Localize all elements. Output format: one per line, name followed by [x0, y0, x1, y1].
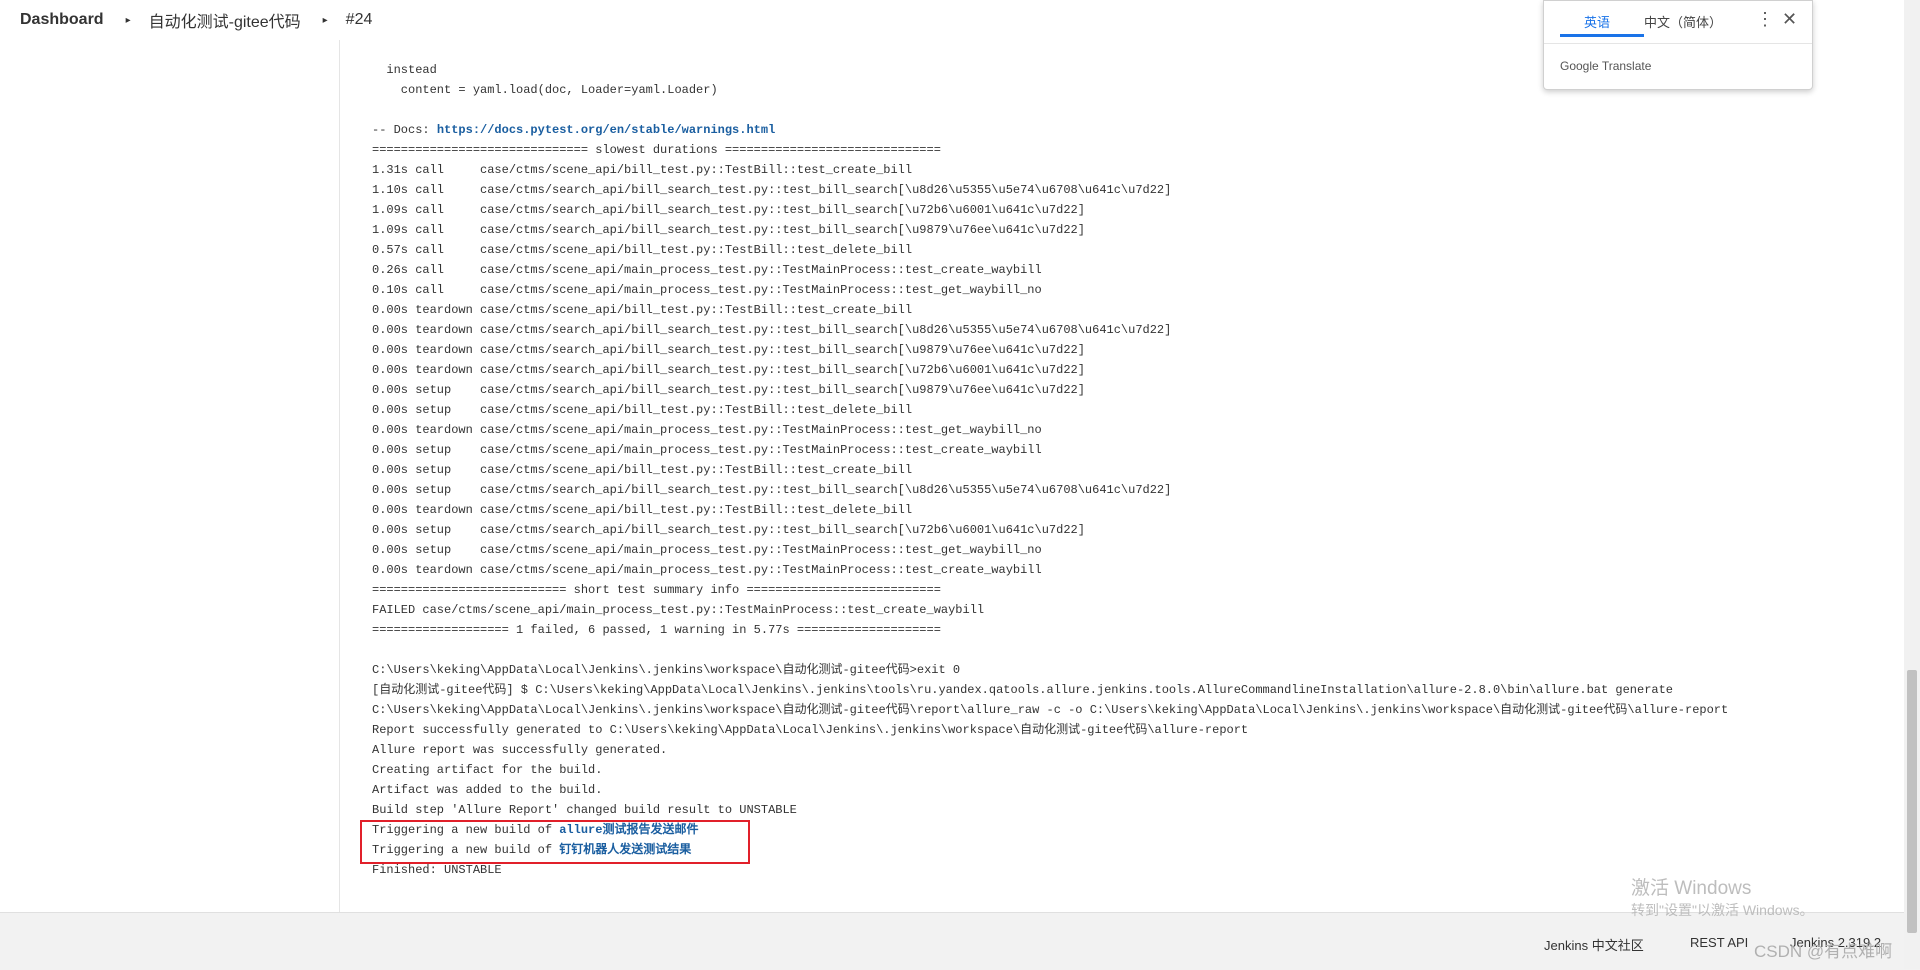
console-line: 0.00s setup case/ctms/scene_api/bill_tes…	[372, 463, 913, 477]
console-line: Allure report was successfully generated…	[372, 743, 668, 757]
community-link[interactable]: Jenkins 中文社区	[1544, 935, 1644, 954]
console-line: 1.09s call case/ctms/search_api/bill_sea…	[372, 203, 1085, 217]
console-line: 0.26s call case/ctms/scene_api/main_proc…	[372, 263, 1042, 277]
console-line: Creating artifact for the build.	[372, 763, 603, 777]
console-output: instead content = yaml.load(doc, Loader=…	[372, 60, 1892, 880]
console-line: C:\Users\keking\AppData\Local\Jenkins\.j…	[372, 703, 1729, 717]
console-line: 0.00s teardown case/ctms/search_api/bill…	[372, 323, 1172, 337]
console-line: 0.10s call case/ctms/scene_api/main_proc…	[372, 283, 1042, 297]
console-line: Build step 'Allure Report' changed build…	[372, 803, 797, 817]
console-line: Artifact was added to the build.	[372, 783, 603, 797]
console-line: 1.10s call case/ctms/search_api/bill_sea…	[372, 183, 1172, 197]
translate-tabs: 英语 中文（简体） ⋮ ✕	[1544, 1, 1812, 44]
console-line: -- Docs: https://docs.pytest.org/en/stab…	[372, 120, 1892, 140]
csdn-watermark: CSDN @有点难啊	[1754, 942, 1893, 961]
console-line: 0.00s teardown case/ctms/search_api/bill…	[372, 363, 1085, 377]
breadcrumb-build[interactable]: #24	[346, 11, 373, 29]
console-line: 0.00s teardown case/ctms/search_api/bill…	[372, 343, 1085, 357]
console-line: 0.00s setup case/ctms/search_api/bill_se…	[372, 383, 1085, 397]
tab-chinese-simplified[interactable]: 中文（简体）	[1644, 12, 1722, 31]
console-line: 0.00s setup case/ctms/search_api/bill_se…	[372, 523, 1085, 537]
console-line: 0.00s teardown case/ctms/scene_api/main_…	[372, 423, 1042, 437]
windows-activation-watermark: 激活 Windows	[1631, 878, 1752, 899]
console-line: 0.00s teardown case/ctms/scene_api/bill_…	[372, 503, 913, 517]
docs-prefix: -- Docs:	[372, 123, 437, 137]
page-footer: Jenkins 中文社区 REST API Jenkins 2.319.2	[0, 912, 1920, 970]
console-line: 1.31s call case/ctms/scene_api/bill_test…	[372, 163, 913, 177]
console-line: ============================== slowest d…	[372, 143, 941, 157]
breadcrumb-job[interactable]: 自动化测试-gitee代码	[149, 8, 301, 32]
console-line: [自动化测试-gitee代码] $ C:\Users\keking\AppDat…	[372, 683, 1673, 697]
console-line: 0.00s teardown case/ctms/scene_api/bill_…	[372, 303, 913, 317]
console-line: 0.00s setup case/ctms/scene_api/main_pro…	[372, 443, 1042, 457]
console-line: =================== 1 failed, 6 passed, …	[372, 623, 941, 637]
rest-api-link[interactable]: REST API	[1690, 935, 1748, 950]
windows-activation-hint: 转到"设置"以激活 Windows。	[1631, 902, 1814, 918]
console-line: 0.00s teardown case/ctms/scene_api/main_…	[372, 563, 1042, 577]
close-icon[interactable]: ✕	[1782, 9, 1797, 30]
google-translate-brand: Google Translate	[1560, 59, 1652, 73]
console-line: 0.00s setup case/ctms/scene_api/main_pro…	[372, 543, 1042, 557]
breadcrumb-separator-icon[interactable]: ▸	[323, 15, 328, 26]
scrollbar-thumb[interactable]	[1907, 670, 1917, 933]
console-line: C:\Users\keking\AppData\Local\Jenkins\.j…	[372, 663, 961, 677]
google-translate-popup: 英语 中文（简体） ⋮ ✕ Google Translate	[1543, 0, 1813, 90]
console-line: 0.00s setup case/ctms/scene_api/bill_tes…	[372, 403, 913, 417]
active-tab-indicator	[1560, 34, 1644, 37]
console-line: FAILED case/ctms/scene_api/main_process_…	[372, 603, 985, 617]
breadcrumb-separator-icon[interactable]: ▸	[126, 15, 131, 26]
breadcrumb-dashboard[interactable]: Dashboard	[20, 11, 104, 29]
docs-link[interactable]: https://docs.pytest.org/en/stable/warnin…	[437, 123, 775, 137]
console-line: =========================== short test s…	[372, 583, 941, 597]
tab-english[interactable]: 英语	[1584, 12, 1610, 31]
console-line: 1.09s call case/ctms/search_api/bill_sea…	[372, 223, 1085, 237]
side-panel	[0, 40, 340, 912]
vertical-scrollbar[interactable]	[1904, 0, 1920, 969]
more-options-icon[interactable]: ⋮	[1756, 9, 1774, 30]
highlight-box	[360, 820, 750, 864]
console-line: 0.57s call case/ctms/scene_api/bill_test…	[372, 243, 913, 257]
console-line: 0.00s setup case/ctms/search_api/bill_se…	[372, 483, 1172, 497]
console-line: Report successfully generated to C:\User…	[372, 723, 1249, 737]
